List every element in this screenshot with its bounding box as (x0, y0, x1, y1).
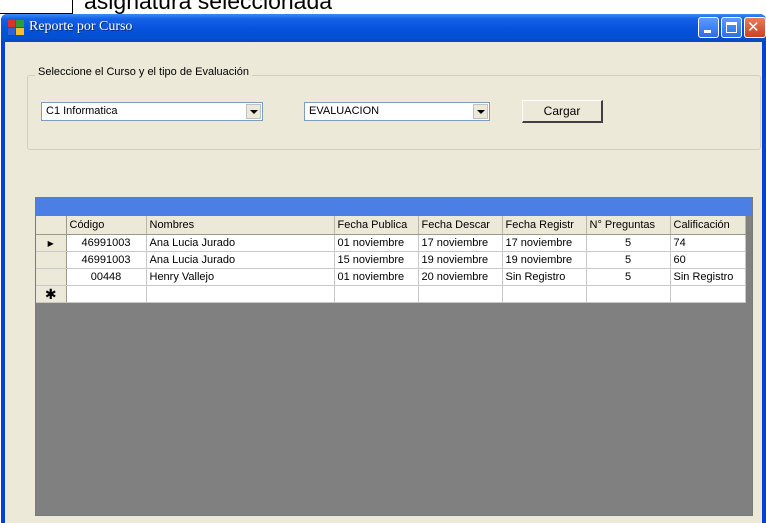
document-fragment-text: asignatura seleccionada (84, 0, 333, 14)
close-icon: ✕ (747, 18, 760, 36)
cell-calificacion[interactable]: 60 (670, 251, 746, 269)
curso-select-value: C1 Informatica (46, 105, 118, 117)
close-button[interactable]: ✕ (744, 17, 766, 38)
cell-num-preguntas[interactable]: 5 (586, 234, 671, 252)
app-window-icon[interactable] (8, 20, 24, 35)
cell-calificacion[interactable]: Sin Registro (670, 268, 746, 286)
row-header[interactable] (36, 251, 67, 269)
groupbox-legend: Seleccione el Curso y el tipo de Evaluac… (35, 66, 252, 78)
column-header[interactable]: Código (66, 216, 147, 235)
grid-caption-bar (36, 198, 752, 216)
table-row[interactable]: 46991003 Ana Lucia Jurado 15 noviembre 1… (36, 251, 746, 269)
minimize-button[interactable] (698, 17, 719, 38)
chevron-down-icon[interactable] (473, 104, 488, 119)
maximize-button[interactable] (721, 17, 742, 38)
cell-codigo[interactable]: 46991003 (66, 251, 147, 269)
cell-num-preguntas[interactable]: 5 (586, 268, 671, 286)
column-header[interactable]: N° Preguntas (586, 216, 671, 235)
report-window: Reporte por Curso ✕ Seleccione el Curso … (1, 14, 766, 523)
cargar-button[interactable]: Cargar (522, 100, 603, 123)
table-row[interactable]: ▶ 46991003 Ana Lucia Jurado 01 noviembre… (36, 234, 746, 252)
grid-table: Código Nombres Fecha Publica Fecha Desca… (36, 216, 746, 303)
new-row[interactable]: ✱ (36, 285, 746, 303)
column-header[interactable]: Calificación (670, 216, 746, 235)
cell-fecha-descarga[interactable]: 19 noviembre (418, 251, 503, 269)
empty-cell[interactable] (146, 285, 335, 303)
column-header[interactable]: Fecha Registr (502, 216, 587, 235)
column-header[interactable]: Nombres (146, 216, 335, 235)
document-fragment: asignatura seleccionada (0, 0, 766, 14)
evaluacion-select[interactable]: EVALUACION (304, 102, 490, 121)
empty-cell[interactable] (502, 285, 587, 303)
cell-codigo[interactable]: 46991003 (66, 234, 147, 252)
cell-nombres[interactable]: Henry Vallejo (146, 268, 335, 286)
cell-fecha-publica[interactable]: 15 noviembre (334, 251, 419, 269)
curso-select[interactable]: C1 Informatica (41, 102, 263, 121)
cell-nombres[interactable]: Ana Lucia Jurado (146, 251, 335, 269)
title-bar[interactable]: Reporte por Curso ✕ (1, 14, 766, 42)
cell-fecha-registro[interactable]: 19 noviembre (502, 251, 587, 269)
cell-num-preguntas[interactable]: 5 (586, 251, 671, 269)
empty-cell[interactable] (670, 285, 746, 303)
cell-fecha-registro[interactable]: Sin Registro (502, 268, 587, 286)
empty-cell[interactable] (586, 285, 671, 303)
empty-cell[interactable] (334, 285, 419, 303)
window-title: Reporte por Curso (29, 19, 133, 34)
cell-fecha-descarga[interactable]: 17 noviembre (418, 234, 503, 252)
cell-fecha-descarga[interactable]: 20 noviembre (418, 268, 503, 286)
empty-cell[interactable] (66, 285, 147, 303)
table-row[interactable]: 00448 Henry Vallejo 01 noviembre 20 novi… (36, 268, 746, 286)
maximize-icon (726, 22, 737, 33)
column-header[interactable]: Fecha Descar (418, 216, 503, 235)
row-header-corner[interactable] (36, 216, 67, 235)
results-grid[interactable]: Código Nombres Fecha Publica Fecha Desca… (35, 197, 753, 516)
window-client-area: Seleccione el Curso y el tipo de Evaluac… (5, 42, 762, 523)
cell-codigo[interactable]: 00448 (66, 268, 147, 286)
cell-nombres[interactable]: Ana Lucia Jurado (146, 234, 335, 252)
current-row-icon[interactable]: ▶ (36, 234, 67, 252)
grid-header-row: Código Nombres Fecha Publica Fecha Desca… (36, 216, 746, 235)
empty-cell[interactable] (418, 285, 503, 303)
new-row-icon[interactable]: ✱ (36, 285, 67, 303)
evaluacion-select-value: EVALUACION (309, 105, 380, 117)
table-cell-border (72, 0, 73, 14)
minimize-icon (704, 30, 711, 33)
column-header[interactable]: Fecha Publica (334, 216, 419, 235)
cell-fecha-publica[interactable]: 01 noviembre (334, 268, 419, 286)
cell-fecha-publica[interactable]: 01 noviembre (334, 234, 419, 252)
row-header[interactable] (36, 268, 67, 286)
cell-calificacion[interactable]: 74 (670, 234, 746, 252)
chevron-down-icon[interactable] (246, 104, 261, 119)
cell-fecha-registro[interactable]: 17 noviembre (502, 234, 587, 252)
